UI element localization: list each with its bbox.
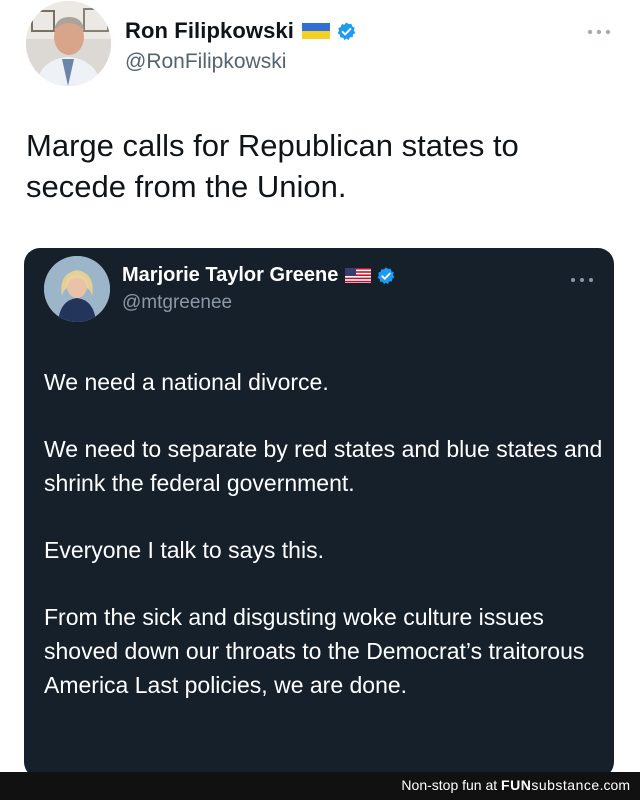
quoted-paragraph: Everyone I talk to says this.	[44, 537, 324, 563]
watermark-brand: FUNsubstance	[501, 777, 600, 793]
ukraine-flag-icon	[301, 23, 330, 39]
quoted-paragraph: We need to separate by red states and bl…	[44, 436, 603, 496]
verified-badge-icon	[336, 21, 357, 42]
us-flag-icon	[345, 268, 372, 283]
verified-badge-icon	[376, 266, 396, 286]
more-options-icon[interactable]	[586, 24, 612, 35]
quoted-tweet-text: We need a national divorce. We need to s…	[44, 365, 604, 735]
quoted-paragraph: From the sick and disgusting woke cultur…	[44, 604, 585, 698]
author-display-name[interactable]: Ron Filipkowski	[125, 18, 294, 44]
author-handle[interactable]: @RonFilipkowski	[125, 50, 286, 74]
watermark-bar: Non-stop fun at FUNsubstance.com	[0, 772, 640, 800]
quoted-author-handle[interactable]: @mtgreenee	[122, 292, 232, 314]
tweet-header: Ron Filipkowski @RonFilipkowski	[22, 0, 618, 100]
watermark-text: Non-stop fun at FUNsubstance.com	[401, 777, 630, 793]
quoted-author-avatar[interactable]	[44, 256, 110, 322]
tweet-text: Marge calls for Republican states to sec…	[26, 128, 519, 204]
quoted-author-display-name[interactable]: Marjorie Taylor Greene	[122, 264, 338, 287]
more-options-icon[interactable]	[570, 271, 594, 282]
quoted-paragraph: We need a national divorce.	[44, 369, 329, 395]
watermark-suffix: .com	[599, 777, 630, 793]
quoted-tweet-card[interactable]: Marjorie Taylor Greene @mtgreenee We nee…	[24, 248, 614, 778]
watermark-prefix: Non-stop fun at	[401, 777, 502, 793]
author-avatar[interactable]	[26, 1, 111, 86]
